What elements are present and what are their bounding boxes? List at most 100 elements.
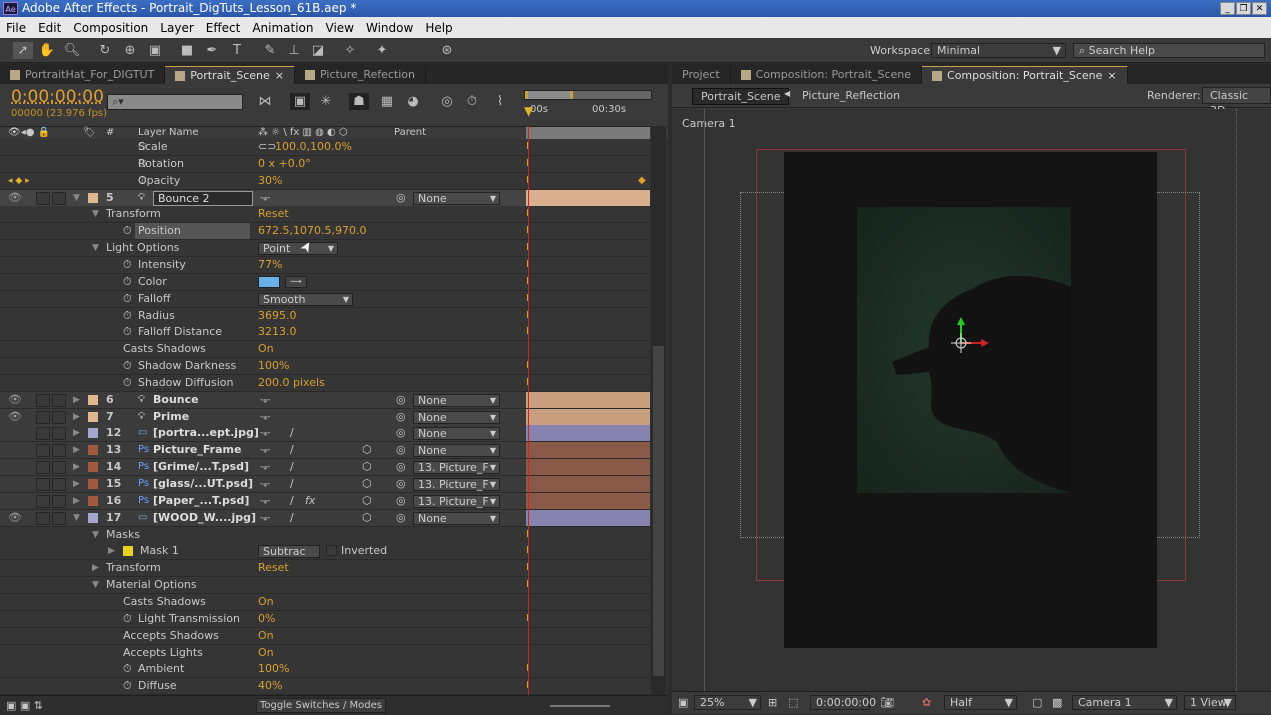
- solo-switch[interactable]: [36, 461, 50, 475]
- property-row[interactable]: ⏱Light Transmission0%I: [0, 610, 650, 628]
- property-dropdown[interactable]: Smooth ▼: [258, 292, 353, 306]
- property-value[interactable]: 200.0 pixels: [258, 375, 325, 391]
- expand-triangle-icon[interactable]: ▶: [73, 459, 80, 475]
- label-color[interactable]: [88, 479, 98, 489]
- property-value[interactable]: Reset: [258, 560, 289, 576]
- breadcrumb-picture-reflection[interactable]: Picture_Reflection: [802, 89, 900, 102]
- stopwatch-icon[interactable]: ⏱: [123, 223, 132, 239]
- quality-switch-icon[interactable]: ∕: [290, 459, 294, 475]
- lock-switch[interactable]: [52, 461, 66, 475]
- close-tab-icon[interactable]: ×: [1107, 67, 1116, 85]
- stopwatch-icon[interactable]: ⏱: [123, 358, 132, 374]
- property-row[interactable]: Accepts Shadows On: [0, 627, 650, 645]
- solo-switch[interactable]: [36, 410, 50, 424]
- visibility-toggle[interactable]: 👁: [8, 190, 22, 206]
- layer-row[interactable]: ▶ 12 ▭ [portra...ept.jpg] -ᵩ- ∕ ◎ None ▼: [0, 425, 650, 443]
- layer-name[interactable]: Picture_Frame: [153, 442, 241, 458]
- comp-mini-flowchart-icon[interactable]: ⋈: [255, 93, 275, 110]
- parent-dropdown[interactable]: None ▼: [413, 191, 500, 205]
- property-value[interactable]: 3213.0: [258, 324, 297, 340]
- expand-triangle-icon[interactable]: ▼: [92, 240, 99, 256]
- property-row[interactable]: ▼Material OptionsI: [0, 577, 650, 595]
- property-value[interactable]: 30%: [258, 173, 282, 189]
- shy-switch-icon[interactable]: -ᵩ-: [260, 510, 270, 526]
- expand-triangle-icon[interactable]: ▼: [73, 510, 80, 526]
- effect-switch-icon[interactable]: fx: [305, 493, 315, 509]
- layer-name[interactable]: [portra...ept.jpg]: [153, 425, 259, 441]
- property-value[interactable]: 100.0,100.0%: [275, 139, 352, 155]
- parent-dropdown[interactable]: None ▼: [413, 444, 500, 458]
- roto-brush-icon[interactable]: ✧: [340, 42, 360, 59]
- stopwatch-icon[interactable]: ⏱: [123, 661, 132, 677]
- expand-triangle-icon[interactable]: ▼: [92, 527, 99, 543]
- menu-edit[interactable]: Edit: [32, 21, 67, 35]
- menu-help[interactable]: Help: [419, 21, 458, 35]
- pickwhip-icon[interactable]: ◎: [396, 493, 406, 509]
- light-gizmo-icon[interactable]: [945, 317, 991, 363]
- pickwhip-icon[interactable]: ◎: [396, 425, 406, 441]
- lock-switch[interactable]: [52, 444, 66, 458]
- pickwhip-icon[interactable]: ◎: [396, 510, 406, 526]
- layer-duration-bar[interactable]: [526, 425, 650, 442]
- shy-switch-icon[interactable]: -ᵩ-: [260, 409, 270, 425]
- current-time[interactable]: 0:00:00:00: [11, 87, 104, 107]
- constrain-proportions-icon[interactable]: ⊂⊃: [258, 139, 276, 155]
- zoom-slider[interactable]: [550, 705, 610, 707]
- quality-switch-icon[interactable]: ∕: [290, 493, 294, 509]
- pickwhip-icon[interactable]: ◎: [396, 190, 406, 206]
- property-row[interactable]: ⏱Intensity77%I: [0, 256, 650, 274]
- layer-duration-bar[interactable]: [526, 442, 650, 459]
- layer-row[interactable]: 👁 ▼ 17 ▭ [WOOD_W....jpg] -ᵩ- ∕ ⬡ ◎ None ▼: [0, 509, 650, 527]
- eraser-tool-icon[interactable]: ◪: [308, 42, 328, 59]
- parent-dropdown[interactable]: None ▼: [413, 511, 500, 525]
- layer-search-input[interactable]: ⌕▾: [107, 94, 243, 110]
- mask-mode-dropdown[interactable]: Subtrac: [258, 545, 320, 559]
- property-row[interactable]: ▼Light OptionsPoint▼I: [0, 240, 650, 258]
- layer-name[interactable]: [Paper_...T.psd]: [153, 493, 249, 509]
- menu-file[interactable]: File: [0, 21, 32, 35]
- layer-duration-bar[interactable]: [526, 459, 650, 476]
- stopwatch-icon[interactable]: ⏱: [123, 257, 132, 273]
- layer-row[interactable]: 👁 ▶ 6 💡︎ Bounce -ᵩ- ◎ None ▼: [0, 391, 650, 409]
- stopwatch-icon[interactable]: ⏱: [123, 678, 132, 694]
- view-layout-dropdown[interactable]: 1 View ▼: [1184, 695, 1236, 710]
- shy-switch-icon[interactable]: -ᵩ-: [260, 493, 270, 509]
- expand-triangle-icon[interactable]: ▼: [92, 206, 99, 222]
- keyframe-diamond[interactable]: ◆: [638, 173, 646, 189]
- hand-tool-icon[interactable]: ✋: [37, 42, 57, 59]
- lock-switch[interactable]: [52, 494, 66, 508]
- label-color[interactable]: [88, 462, 98, 473]
- close-tab-icon[interactable]: ×: [275, 67, 284, 85]
- expand-triangle-icon[interactable]: ▶: [73, 392, 80, 408]
- quality-switch-icon[interactable]: ∕: [290, 442, 294, 458]
- 3d-light-icon[interactable]: ✳: [316, 93, 336, 110]
- tab-composition-portrait-scene[interactable]: Composition: Portrait_Scene: [731, 66, 923, 84]
- stopwatch-icon[interactable]: ⏱: [123, 274, 132, 290]
- transparency-grid-icon[interactable]: ▩: [1052, 696, 1062, 709]
- expand-triangle-icon[interactable]: ▶: [73, 476, 80, 492]
- workspace-dropdown[interactable]: Minimal ▼: [931, 43, 1066, 58]
- camera-orbit-icon[interactable]: ⊕: [120, 42, 140, 59]
- property-value[interactable]: On: [258, 594, 274, 610]
- shy-switch-icon[interactable]: -ᵩ-: [260, 476, 270, 492]
- property-row[interactable]: ⏱Ambient100%I: [0, 661, 650, 679]
- property-row[interactable]: ⏱Radius3695.0I: [0, 307, 650, 325]
- lock-switch[interactable]: [52, 191, 66, 205]
- tab-portraithat-for-digtut[interactable]: PortraitHat_For_DIGTUT: [0, 66, 166, 84]
- property-row[interactable]: ⏱Scale⊂⊃100.0,100.0%I: [0, 139, 650, 156]
- shy-switch-icon[interactable]: -ᵩ-: [260, 459, 270, 475]
- stopwatch-icon[interactable]: ⏱: [123, 375, 132, 391]
- property-value[interactable]: On: [258, 341, 274, 357]
- lock-switch[interactable]: [52, 478, 66, 491]
- quality-switch-icon[interactable]: ∕: [290, 510, 294, 526]
- layer-row[interactable]: ▶ 15 Ps [glass/...UT.psd] -ᵩ- ∕ ⬡ ◎ 13. Picture_…: [0, 476, 650, 493]
- camera-track-icon[interactable]: ▣: [145, 42, 165, 59]
- layer-name[interactable]: [Grime/...T.psd]: [153, 459, 249, 475]
- layer-duration-bar[interactable]: [526, 189, 650, 206]
- parent-dropdown[interactable]: None ▼: [413, 427, 500, 441]
- axis-mode-icon[interactable]: ⊛: [437, 42, 457, 59]
- parent-dropdown[interactable]: 13. Picture_F ▼: [413, 461, 500, 475]
- footer-icons[interactable]: ▣ ▣ ⇅: [6, 699, 43, 712]
- label-color[interactable]: [88, 445, 98, 456]
- property-value[interactable]: 0%: [258, 611, 275, 627]
